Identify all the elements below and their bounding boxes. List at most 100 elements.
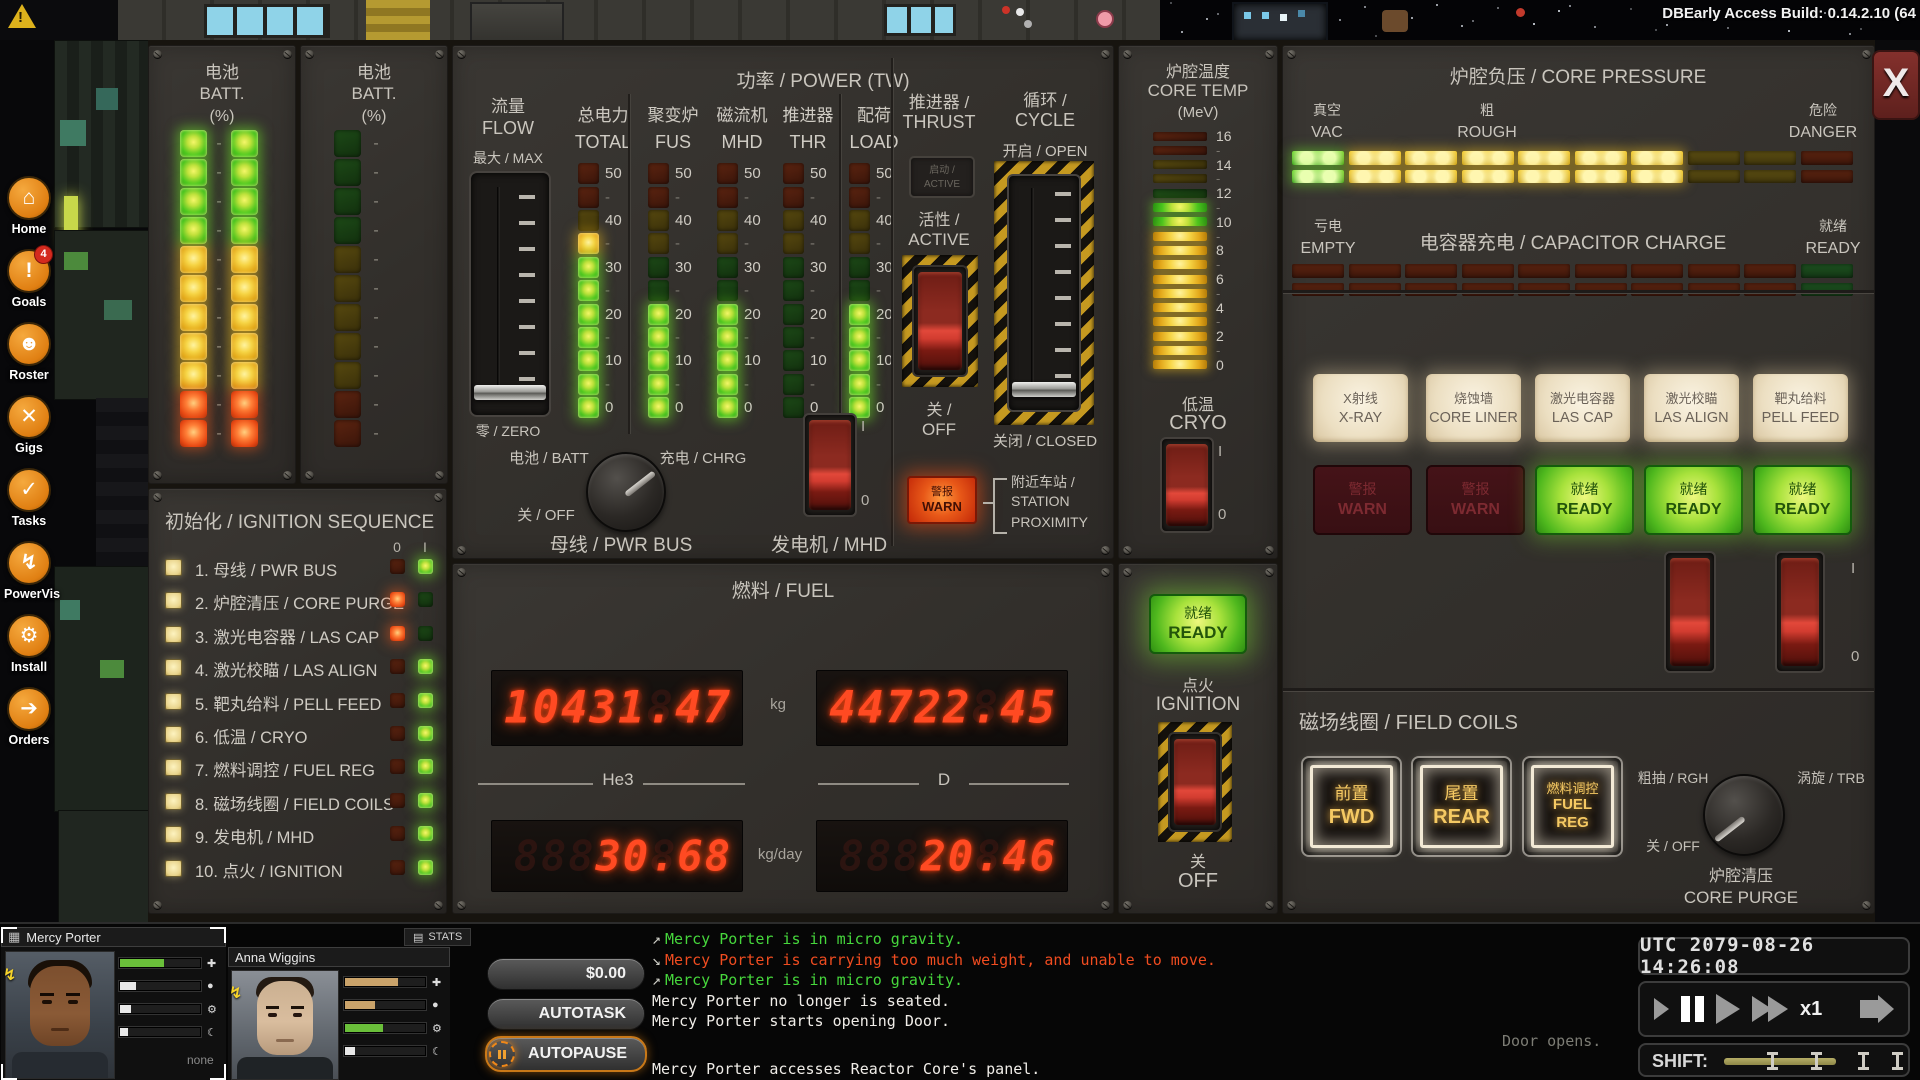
meter-led xyxy=(783,257,804,278)
sidebar-item-orders[interactable]: ➔Orders xyxy=(4,687,54,747)
subsystem-button-las-align[interactable]: 激光校瞄LAS ALIGN xyxy=(1644,374,1739,442)
sequence-checkbox[interactable] xyxy=(165,793,182,810)
sidebar-item-install[interactable]: ⚙Install xyxy=(4,614,54,674)
sidebar-item-tasks[interactable]: ✓Tasks xyxy=(4,468,54,528)
flow-slider[interactable] xyxy=(469,171,551,417)
meter-scale-label: 10 xyxy=(675,352,703,369)
meter-title-en: LOAD xyxy=(832,132,916,153)
capacitor-segment xyxy=(1405,264,1457,278)
sequence-checkbox[interactable] xyxy=(165,659,182,676)
ignition-switch[interactable] xyxy=(1168,732,1222,832)
subsystem-button-x-ray[interactable]: X射线X-RAY xyxy=(1313,374,1408,442)
thrust-switch-handle[interactable] xyxy=(918,272,962,370)
sidebar-item-home[interactable]: ⌂Home xyxy=(4,176,54,236)
meter-scale-label: 20 xyxy=(744,306,772,323)
cycle-slider[interactable] xyxy=(1007,174,1081,412)
home-icon: ⌂ xyxy=(7,176,51,220)
sidebar-item-roster[interactable]: ☻Roster xyxy=(4,322,54,382)
subsystem-switch-2[interactable] xyxy=(1775,551,1825,673)
purge-rgh-label: 粗抽 / RGH xyxy=(1623,768,1723,788)
screw xyxy=(1265,901,1274,910)
sequence-checkbox[interactable] xyxy=(165,860,182,877)
battery-led-column: ----------- xyxy=(301,129,447,448)
core-temp-row: - xyxy=(1153,173,1220,185)
left-station-art xyxy=(60,120,86,146)
cryo-switch[interactable] xyxy=(1160,437,1214,533)
screw xyxy=(1265,50,1274,59)
screw xyxy=(1862,50,1871,59)
fast-forward-icon[interactable] xyxy=(1752,996,1788,1022)
sequence-on-led xyxy=(418,793,433,808)
need-icon: ⚙ xyxy=(207,1003,217,1016)
mhd-switch[interactable] xyxy=(803,413,857,517)
mhd-switch-handle[interactable] xyxy=(809,420,851,510)
flow-slider-handle[interactable] xyxy=(474,385,546,400)
subsystem-button-core-liner[interactable]: 烧蚀墙CORE LINER xyxy=(1426,374,1521,442)
thrust-switch[interactable] xyxy=(912,265,968,377)
subsystem-switch-1-handle[interactable] xyxy=(1670,558,1710,666)
stats-tab[interactable]: ▤ STATS xyxy=(404,928,471,946)
play-icon[interactable] xyxy=(1716,994,1740,1024)
cryo-switch-handle[interactable] xyxy=(1166,444,1208,526)
shift-tick[interactable] xyxy=(1858,1052,1869,1070)
crew-portrait[interactable] xyxy=(5,951,115,1079)
sidebar-item-gigs[interactable]: ✕Gigs xyxy=(4,395,54,455)
pressure-row xyxy=(1292,170,1853,184)
pwrbus-label: 母线 / PWR BUS xyxy=(541,530,701,557)
subsystem-button-pell-feed[interactable]: 靶丸给料PELL FEED xyxy=(1753,374,1848,442)
subsystem-lamp-warn-2: 警报WARN xyxy=(1426,465,1525,535)
sequence-checkbox[interactable] xyxy=(165,693,182,710)
field-coil-button-fwd[interactable]: 前置FWD xyxy=(1301,756,1402,857)
autotask-button[interactable]: AUTOTASK xyxy=(487,998,645,1030)
shift-tick[interactable] xyxy=(1811,1052,1822,1070)
sequence-checkbox[interactable] xyxy=(165,626,182,643)
core-temp-bar xyxy=(1153,346,1207,355)
pwrbus-knob-pointer xyxy=(624,470,656,497)
close-button[interactable]: X xyxy=(1872,50,1920,120)
sequence-checkbox[interactable] xyxy=(165,759,182,776)
skip-arrow-icon[interactable] xyxy=(1860,995,1894,1023)
sequence-checkbox[interactable] xyxy=(165,726,182,743)
field-coil-button-fuel-reg[interactable]: 燃料调控FUELREG xyxy=(1522,756,1623,857)
sequence-checkbox[interactable] xyxy=(165,592,182,609)
energy-icon: ↯ xyxy=(229,983,242,1003)
sidebar-item-label: Goals xyxy=(4,295,54,309)
pressure-segment xyxy=(1292,151,1344,165)
sequence-checkbox[interactable] xyxy=(165,826,182,843)
subsystem-switch-1[interactable] xyxy=(1664,551,1716,673)
subsystem-switch-off-label: 0 xyxy=(1851,648,1859,665)
sidebar-item-goals[interactable]: !4Goals xyxy=(4,249,54,309)
crew-card-anna[interactable]: Anna Wiggins ↯ ✚●⚙☾ xyxy=(228,947,450,1080)
crew-card-mercy[interactable]: ▦ Mercy Porter ↯ ✚●⚙☾ none xyxy=(1,927,226,1080)
sequence-label: 5. 靶丸给料 / PELL FEED xyxy=(195,691,381,715)
shift-tick[interactable] xyxy=(1767,1052,1778,1070)
subsystem-switch-2-handle[interactable] xyxy=(1781,558,1819,666)
shift-tick[interactable] xyxy=(1892,1052,1903,1070)
thrust-active-indicator[interactable]: 启动 / ACTIVE xyxy=(909,156,975,198)
subsystem-button-las-cap[interactable]: 激光电容器LAS CAP xyxy=(1535,374,1630,442)
core-temp-row: - xyxy=(1153,259,1220,271)
pwrbus-knob[interactable] xyxy=(586,452,666,532)
power-meter-load: 配荷LOAD50-40-30-20-10-0 xyxy=(849,101,909,419)
crew-portrait[interactable] xyxy=(231,970,339,1080)
capacitor-row xyxy=(1292,264,1853,278)
autopause-button[interactable]: AUTOPAUSE xyxy=(485,1036,647,1072)
d-rate-value: 20.46 xyxy=(921,832,1057,881)
thrust-switch-hazard-frame xyxy=(902,255,978,387)
pause-button[interactable] xyxy=(1681,996,1704,1022)
money-button[interactable]: $0.00 xyxy=(487,958,645,990)
play-small-icon[interactable] xyxy=(1654,998,1669,1020)
pressure-segment xyxy=(1405,170,1457,184)
cycle-slider-handle[interactable] xyxy=(1012,382,1076,397)
core-temp-scale-label: 14 xyxy=(1216,157,1232,173)
sidebar-item-powervis[interactable]: ↯PowerVis xyxy=(4,541,54,601)
mhd-switch-on-label: I xyxy=(861,418,865,435)
fuel-panel: 燃料 / FUEL 88888888 10431.47 kg 88888888 … xyxy=(452,563,1114,914)
field-coil-button-rear[interactable]: 尾置REAR xyxy=(1411,756,1512,857)
capacitor-segment xyxy=(1292,264,1344,278)
battery-led xyxy=(180,362,207,389)
meter-led xyxy=(783,327,804,348)
ignition-switch-handle[interactable] xyxy=(1174,739,1216,825)
sequence-checkbox[interactable] xyxy=(165,559,182,576)
log-line: Mercy Porter starts opening Door. xyxy=(652,1012,1216,1033)
